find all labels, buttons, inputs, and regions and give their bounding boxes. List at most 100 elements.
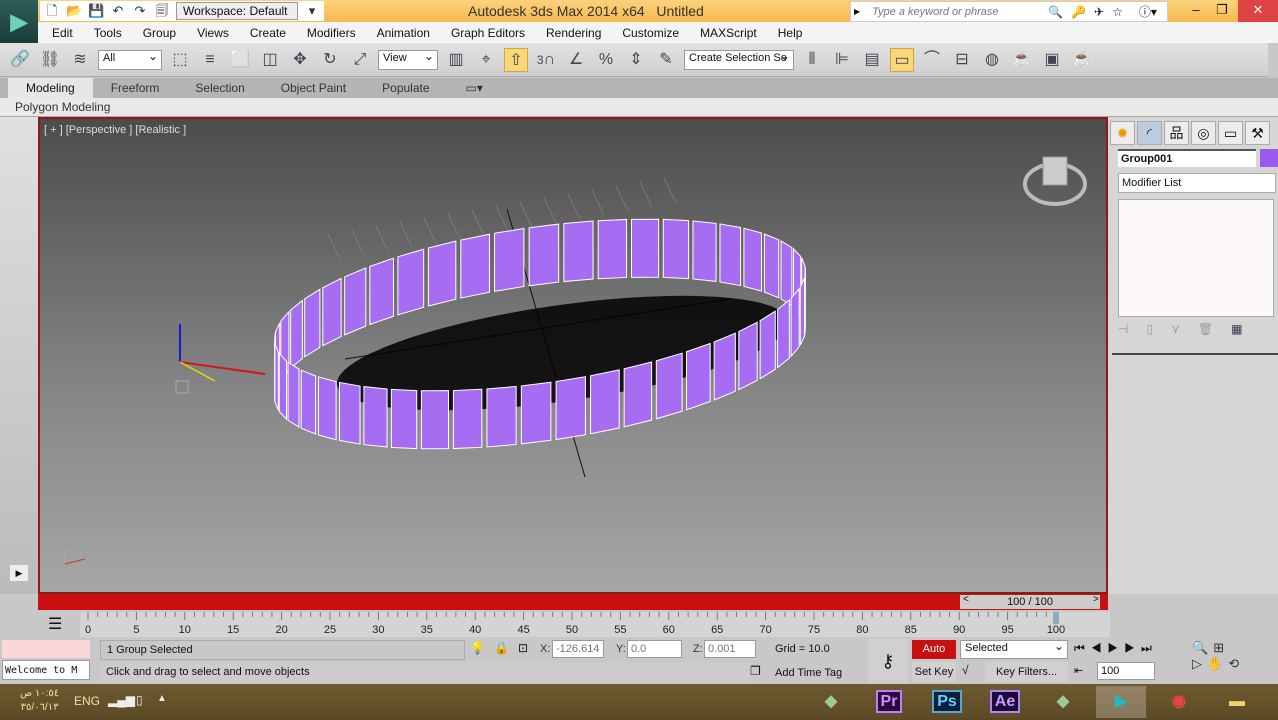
play-icon[interactable]: ▶ [1108, 641, 1125, 655]
search-box[interactable]: ▶ Type a keyword or phrase 🔍🔑✈☆ ⓘ▾ [850, 1, 1168, 22]
menu-create[interactable]: Create [250, 26, 286, 40]
absolute-mode-icon[interactable]: ⊡ [518, 641, 528, 655]
pan-icon[interactable]: ✋ [1207, 656, 1228, 671]
taskbar-app-explorer-icon[interactable]: ▬ [1212, 686, 1262, 718]
material-editor-icon[interactable]: ◍ [980, 48, 1004, 72]
select-object-icon[interactable]: ⬚ [168, 48, 192, 72]
ring-panel[interactable] [759, 310, 776, 380]
fov-icon[interactable]: ▷ [1192, 656, 1207, 671]
manipulate-icon[interactable]: ⌖ [474, 48, 498, 72]
ring-panel[interactable] [363, 386, 388, 448]
select-by-name-icon[interactable]: ≡ [198, 48, 222, 72]
save-icon[interactable]: 💾 [88, 3, 104, 19]
object-name-field[interactable]: Group001 [1118, 149, 1256, 167]
scale-icon[interactable]: ⤢ [348, 48, 372, 72]
utilities-tab-icon[interactable]: ⚒ [1245, 121, 1270, 145]
menu-tools[interactable]: Tools [94, 26, 122, 40]
taskbar-app-after-effects-icon[interactable]: Ae [980, 686, 1030, 718]
pin-stack-icon[interactable]: ⊣ [1118, 322, 1128, 342]
ring-panel[interactable] [452, 388, 483, 450]
ring-panel[interactable] [777, 298, 790, 369]
key-filters-button[interactable]: Key Filters... [985, 662, 1068, 682]
new-file-icon[interactable]: 🗋 [44, 3, 60, 19]
app-menu-button[interactable]: ▶ [0, 0, 38, 43]
project-folder-icon[interactable]: 🗐 [154, 3, 170, 19]
menu-rendering[interactable]: Rendering [546, 26, 601, 40]
ring-panel[interactable] [317, 376, 337, 441]
ring-panel[interactable] [304, 288, 321, 358]
taskbar-app-chrome-icon[interactable]: ◉ [1154, 686, 1204, 718]
go-to-start-icon[interactable]: ⏮ [1074, 641, 1091, 655]
rect-selection-icon[interactable]: ⬜ [228, 48, 252, 72]
menu-modifiers[interactable]: Modifiers [307, 26, 356, 40]
ring-panel[interactable] [692, 220, 717, 282]
ring-panel[interactable] [743, 227, 763, 292]
modify-tab-icon[interactable]: ◜ [1137, 121, 1162, 145]
remove-modifier-icon[interactable]: 🗑 [1198, 322, 1213, 342]
taskbar-app-camtasia-icon[interactable]: ◆ [1038, 686, 1088, 718]
edit-named-selection-icon[interactable]: ✎ [654, 48, 678, 72]
angle-snap-icon[interactable]: ∠ [564, 48, 588, 72]
ring-panel[interactable] [590, 369, 620, 435]
modifier-list-dropdown[interactable]: Modifier List [1118, 173, 1276, 193]
prev-frame-arrow-icon[interactable]: < [963, 594, 969, 605]
network-icon[interactable]: ▂▄▆ [108, 693, 135, 707]
qat-more-icon[interactable]: ▾ [304, 3, 320, 19]
isolate-selection-icon[interactable]: 💡 [470, 641, 485, 655]
tray-expand-icon[interactable]: ▲ [157, 693, 167, 704]
window-crossing-icon[interactable]: ◫ [258, 48, 282, 72]
trackbar-toggle-icon[interactable]: ☰ [48, 614, 62, 634]
configure-modifier-sets-icon[interactable]: ▦ [1231, 322, 1242, 342]
ring-panel[interactable] [623, 361, 653, 428]
ring-panel[interactable] [799, 277, 806, 346]
maxscript-listener-output[interactable]: Welcome to M [2, 660, 90, 680]
rendered-frame-icon[interactable]: ▣ [1040, 48, 1064, 72]
show-end-result-icon[interactable]: ▯ [1146, 322, 1153, 342]
motion-tab-icon[interactable]: ◎ [1191, 121, 1216, 145]
unlink-icon[interactable]: ⛓ [38, 48, 62, 72]
mirror-icon[interactable]: ⫴ [800, 48, 824, 72]
taskbar-app-3dsmax-icon[interactable]: ▶ [1096, 686, 1146, 718]
ring-panel[interactable] [274, 343, 279, 411]
selection-filter-dropdown[interactable]: All [98, 49, 162, 70]
ring-panel[interactable] [390, 388, 418, 450]
y-coordinate-field[interactable]: 0.0 [627, 640, 682, 658]
time-tag-icon[interactable]: ❐ [750, 664, 761, 678]
menu-graph-editors[interactable]: Graph Editors [451, 26, 525, 40]
zoom-icon[interactable]: 🔍 [1192, 640, 1213, 655]
perspective-viewport[interactable]: [ + ] [Perspective ] [Realistic ] [38, 117, 1108, 594]
battery-icon[interactable]: ▯ [136, 693, 143, 707]
next-frame-arrow-icon[interactable]: > [1093, 594, 1099, 605]
object-color-swatch[interactable] [1260, 149, 1278, 167]
render-setup-icon[interactable]: ☕ [1010, 48, 1034, 72]
rotate-icon[interactable]: ↻ [318, 48, 342, 72]
ring-panel[interactable] [460, 233, 490, 299]
ring-panel[interactable] [685, 342, 711, 411]
viewcube-icon[interactable] [1023, 156, 1087, 206]
set-key-button[interactable]: Set Key [912, 662, 956, 682]
ring-panel[interactable] [738, 321, 758, 391]
graphite-toggle-icon[interactable]: ▭ [890, 47, 914, 72]
move-icon[interactable]: ✥ [288, 48, 312, 72]
ring-panel[interactable] [338, 381, 361, 445]
orbit-icon[interactable]: ⟲ [1228, 656, 1244, 671]
key-mode-toggle-icon[interactable]: ⇤ [1074, 664, 1083, 677]
ring-panel[interactable] [555, 376, 586, 441]
next-frame-icon[interactable]: ▶ [1124, 641, 1141, 655]
auto-key-button[interactable]: Auto Key [912, 640, 956, 674]
ring-panel[interactable] [300, 369, 317, 435]
hierarchy-tab-icon[interactable]: 品 [1164, 121, 1189, 145]
tab-freeform[interactable]: Freeform [93, 78, 178, 98]
tab-selection[interactable]: Selection [177, 78, 262, 98]
align-icon[interactable]: ⊫ [830, 48, 854, 72]
transform-gizmo[interactable] [175, 324, 266, 394]
ring-panel[interactable] [290, 299, 303, 370]
ring-panel[interactable] [420, 390, 450, 450]
schematic-view-icon[interactable]: ⊟ [950, 48, 974, 72]
ring-panel[interactable] [597, 218, 628, 280]
bind-spacewarp-icon[interactable]: ≋ [68, 48, 92, 72]
taskbar-app-premiere-icon[interactable]: Pr [864, 686, 914, 718]
ring-panel[interactable] [719, 223, 742, 287]
spinner-snap-icon[interactable]: ⇕ [624, 48, 648, 72]
x-coordinate-field[interactable]: -126.614 [552, 640, 604, 658]
